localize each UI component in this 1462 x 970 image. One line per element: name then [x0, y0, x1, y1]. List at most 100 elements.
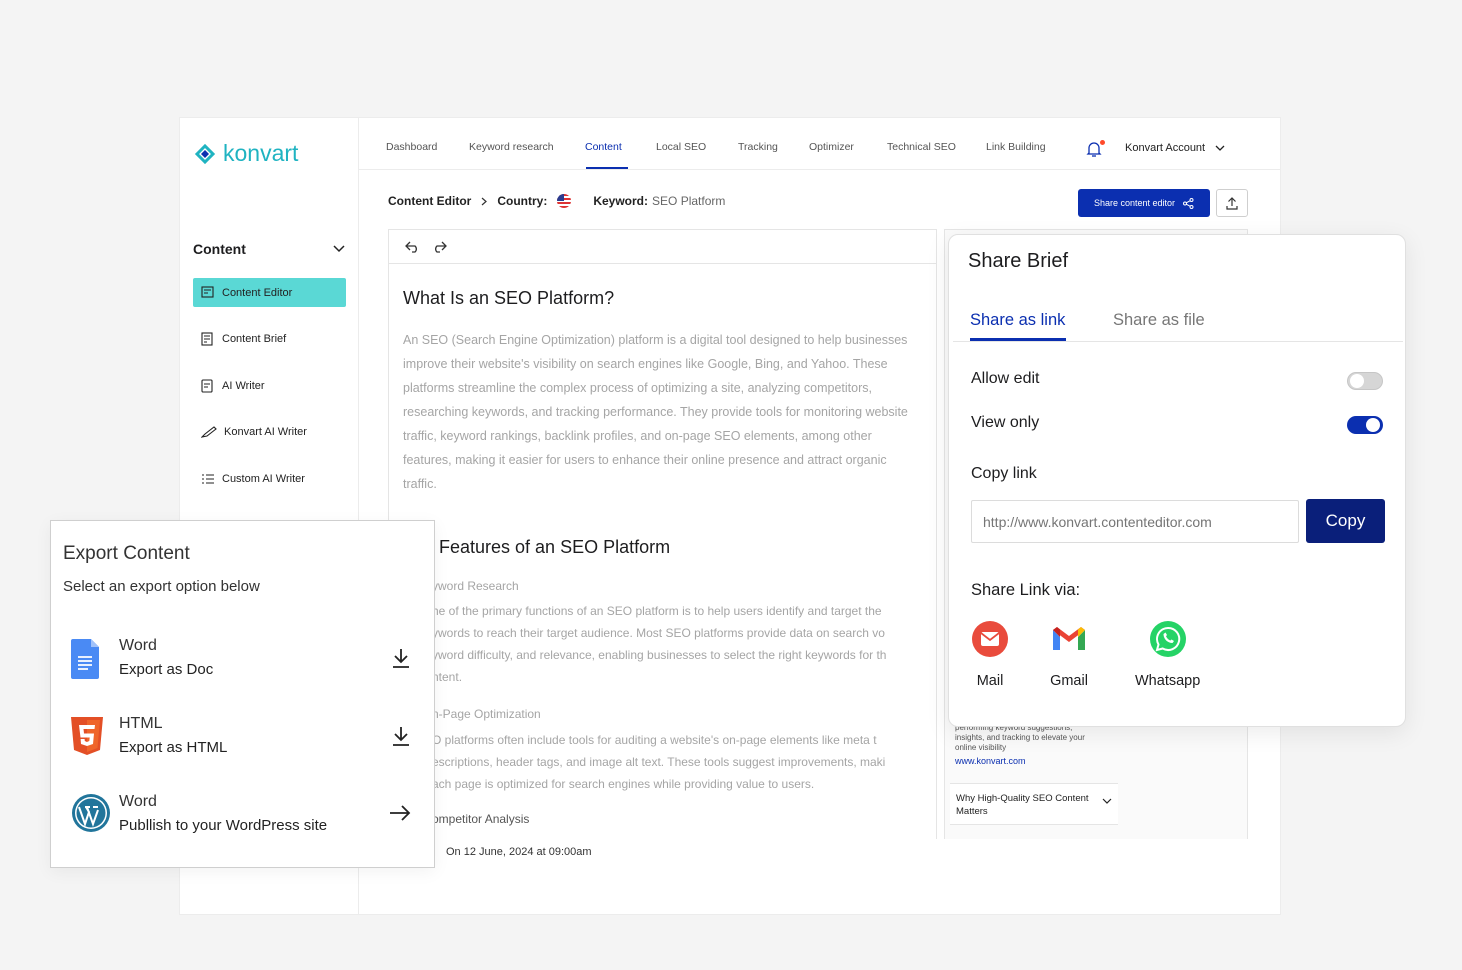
download-icon[interactable]	[391, 647, 411, 669]
editor-line[interactable]: O platforms often include tools for audi…	[432, 729, 936, 751]
mail-icon	[972, 621, 1008, 657]
share-brief-dialog: Share Brief Share as link Share as file …	[948, 234, 1406, 727]
chevron-down-icon	[1102, 798, 1112, 804]
export-option-doc[interactable]: Word Export as Doc	[51, 633, 436, 693]
us-flag-icon[interactable]	[557, 194, 572, 208]
faq-item[interactable]: Why High-Quality SEO Content Matters	[950, 783, 1118, 825]
share-content-editor-button[interactable]: Share content editor	[1078, 189, 1210, 217]
share-link-input[interactable]	[971, 500, 1299, 543]
chevron-down-icon	[1215, 145, 1225, 151]
editor-subheading-competitor[interactable]: ompetitor Analysis	[432, 812, 529, 826]
export-title: Export Content	[63, 543, 190, 564]
editor-line[interactable]: escriptions, header tags, and image alt …	[432, 751, 936, 773]
editor-heading-1[interactable]: What Is an SEO Platform?	[403, 288, 614, 309]
chevron-down-icon	[333, 245, 345, 253]
content-editor[interactable]: What Is an SEO Platform? An SEO (Search …	[388, 229, 937, 839]
keyword-value: SEO Platform	[652, 194, 726, 208]
toggle-knob	[1350, 374, 1364, 388]
share-via-label: Mail	[976, 673, 1004, 689]
view-only-toggle[interactable]	[1347, 416, 1383, 434]
share-via-gmail[interactable]: Gmail	[1050, 620, 1088, 689]
editor-line[interactable]: yword difficulty, and relevance, enablin…	[432, 644, 936, 666]
whatsapp-icon	[1149, 621, 1186, 657]
gmail-icon	[1053, 627, 1085, 650]
upload-button[interactable]	[1216, 189, 1248, 217]
editor-line[interactable]: ntent.	[432, 666, 936, 688]
share-via-whatsapp[interactable]: Whatsapp	[1135, 620, 1200, 689]
country-label: Country:	[497, 194, 548, 208]
nav-technical-seo[interactable]: Technical SEO	[887, 141, 956, 153]
share-via-label: Gmail	[1050, 673, 1088, 689]
editor-subheading-on-page[interactable]: n-Page Optimization	[432, 707, 541, 721]
nav-optimizer[interactable]: Optimizer	[809, 141, 854, 153]
export-option-desc: Publlish to your WordPress site	[119, 817, 328, 834]
download-icon[interactable]	[391, 725, 411, 747]
sidebar-item-custom-ai-writer[interactable]: Custom AI Writer	[193, 464, 346, 493]
upload-icon	[1226, 196, 1238, 210]
breadcrumb-editor[interactable]: Content Editor	[388, 194, 471, 208]
logo[interactable]: konvart	[193, 140, 298, 167]
brand-name: konvart	[223, 140, 299, 166]
export-option-name: Word	[119, 637, 157, 654]
nav-active-underline	[586, 167, 628, 169]
editor-toolbar	[389, 230, 936, 264]
account-menu[interactable]: Konvart Account	[1125, 142, 1225, 154]
editor-line[interactable]: ywords to reach their target audience. M…	[432, 622, 936, 644]
nav-tracking[interactable]: Tracking	[738, 141, 778, 153]
sidebar-item-ai-writer[interactable]: AI Writer	[193, 371, 346, 400]
tab-share-as-link[interactable]: Share as link	[970, 311, 1065, 330]
ai-writer-icon	[201, 378, 213, 393]
faq-item-label: Why High-Quality SEO Content Matters	[956, 793, 1089, 817]
chevron-right-icon	[481, 197, 488, 205]
google-docs-icon	[71, 639, 99, 679]
nav-local-seo[interactable]: Local SEO	[656, 141, 706, 153]
nav-dashboard[interactable]: Dashboard	[386, 141, 437, 153]
share-via-title: Share Link via:	[971, 581, 1081, 599]
editor-line[interactable]: ach page is optimized for search engines…	[432, 773, 936, 795]
sidebar-item-konvart-ai-writer[interactable]: Konvart AI Writer	[193, 417, 346, 446]
editor-paragraph-1[interactable]: An SEO (Search Engine Optimization) plat…	[403, 328, 923, 496]
undo-icon[interactable]	[405, 241, 421, 253]
editor-subheading-keyword-research[interactable]: yword Research	[432, 579, 519, 593]
sidebar-section-content[interactable]: Content	[193, 241, 345, 257]
tab-share-as-file[interactable]: Share as file	[1113, 311, 1205, 330]
copy-button[interactable]: Copy	[1306, 499, 1385, 543]
html5-icon	[71, 717, 103, 755]
arrow-right-icon[interactable]	[389, 805, 411, 821]
faq-link[interactable]: www.konvart.com	[955, 756, 1026, 766]
nav-link-building[interactable]: Link Building	[986, 141, 1046, 153]
export-option-html[interactable]: HTML Export as HTML	[51, 711, 436, 771]
allow-edit-label: Allow edit	[971, 370, 1040, 387]
sidebar-item-label: AI Writer	[222, 379, 265, 392]
toggle-knob	[1366, 418, 1380, 432]
view-only-label: View only	[971, 414, 1040, 431]
nav-content[interactable]: Content	[585, 141, 622, 153]
export-option-desc: Export as HTML	[119, 739, 228, 756]
breadcrumb: Content Editor Country: Keyword: SEO Pla…	[388, 194, 725, 208]
sidebar-item-content-brief[interactable]: Content Brief	[193, 324, 346, 353]
redo-icon[interactable]	[431, 241, 447, 253]
sidebar-item-label: Content Editor	[222, 286, 293, 299]
keyword-label: Keyword:	[593, 194, 649, 208]
export-option-name: HTML	[119, 715, 163, 732]
share-icon	[1183, 197, 1194, 209]
editor-heading-2[interactable]: Features of an SEO Platform	[439, 537, 670, 558]
allow-edit-toggle[interactable]	[1347, 372, 1383, 390]
editor-line[interactable]: he of the primary functions of an SEO pl…	[432, 600, 936, 622]
copy-link-label: Copy link	[971, 465, 1037, 482]
sidebar-item-content-editor[interactable]: Content Editor	[193, 278, 346, 307]
sidebar-item-label: Custom AI Writer	[222, 472, 305, 485]
faq-text: performing keyword suggestions, insights…	[955, 723, 1085, 752]
pen-icon	[201, 425, 217, 438]
share-via-mail[interactable]: Mail	[971, 620, 1009, 689]
export-option-wordpress[interactable]: Word Publlish to your WordPress site	[51, 789, 436, 849]
notification-dot	[1100, 140, 1105, 145]
sidebar-item-label: Content Brief	[222, 332, 287, 345]
nav-keyword-research[interactable]: Keyword research	[469, 141, 554, 153]
export-option-name: Word	[119, 793, 157, 810]
document-edit-icon	[201, 286, 214, 298]
account-name: Konvart Account	[1125, 142, 1206, 154]
sidebar-section-label: Content	[193, 241, 246, 257]
export-option-desc: Export as Doc	[119, 661, 214, 678]
export-content-dialog: Export Content Select an export option b…	[50, 520, 435, 868]
